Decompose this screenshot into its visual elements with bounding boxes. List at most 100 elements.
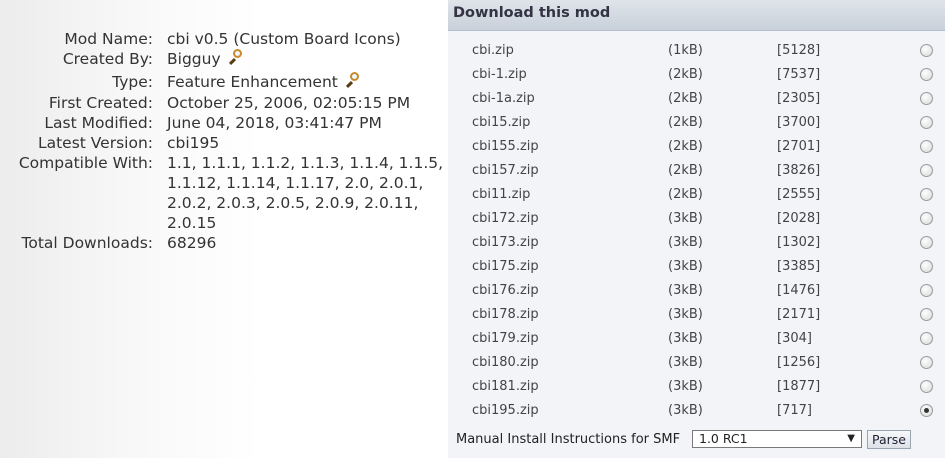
file-name: cbi157.zip	[472, 163, 539, 178]
magnifier-icon[interactable]	[345, 72, 362, 89]
file-select-radio[interactable]	[920, 308, 933, 321]
file-size: (2kB)	[668, 139, 703, 154]
file-select-radio[interactable]	[920, 404, 933, 417]
file-select-radio[interactable]	[920, 188, 933, 201]
file-download-count: [2305]	[777, 91, 821, 106]
file-download-count: [1877]	[777, 379, 821, 394]
file-select-radio[interactable]	[920, 68, 933, 81]
file-name: cbi180.zip	[472, 355, 539, 370]
file-name: cbi172.zip	[472, 211, 539, 226]
download-title: Download this mod	[453, 5, 611, 21]
file-size: (2kB)	[668, 163, 703, 178]
type-value-wrap: Feature Enhancement	[167, 72, 445, 92]
file-name: cbi179.zip	[472, 331, 539, 346]
chevron-down-icon: ▼	[847, 433, 855, 444]
file-row[interactable]: cbi181.zip (3kB) [1877]	[448, 375, 945, 399]
file-select-radio[interactable]	[920, 380, 933, 393]
smf-version-value: 1.0 RC1	[699, 431, 748, 446]
file-download-count: [2028]	[777, 211, 821, 226]
download-header: Download this mod	[448, 0, 945, 31]
file-size: (3kB)	[668, 403, 703, 418]
compatible-with-value: 1.1, 1.1.1, 1.1.2, 1.1.3, 1.1.4, 1.1.5, …	[167, 154, 444, 232]
file-select-radio[interactable]	[920, 284, 933, 297]
file-row[interactable]: cbi11.zip (2kB) [2555]	[448, 183, 945, 207]
magnifier-icon[interactable]	[228, 49, 245, 66]
file-row[interactable]: cbi173.zip (3kB) [1302]	[448, 231, 945, 255]
mod-name-label: Mod Name:	[64, 30, 153, 48]
latest-version-label: Latest Version:	[37, 134, 153, 152]
file-size: (3kB)	[668, 211, 703, 226]
type-value: Feature Enhancement	[167, 73, 338, 91]
type-label: Type:	[112, 73, 153, 91]
file-size: (1kB)	[668, 43, 703, 58]
file-row[interactable]: cbi180.zip (3kB) [1256]	[448, 351, 945, 375]
file-name: cbi181.zip	[472, 379, 539, 394]
file-row[interactable]: cbi178.zip (3kB) [2171]	[448, 303, 945, 327]
file-size: (3kB)	[668, 355, 703, 370]
file-row[interactable]: cbi175.zip (3kB) [3385]	[448, 255, 945, 279]
file-name: cbi.zip	[472, 43, 514, 58]
file-download-count: [2171]	[777, 307, 821, 322]
file-download-count: [3700]	[777, 115, 821, 130]
total-downloads-value: 68296	[167, 234, 217, 252]
file-name: cbi178.zip	[472, 307, 539, 322]
file-size: (3kB)	[668, 307, 703, 322]
file-select-radio[interactable]	[920, 92, 933, 105]
file-row[interactable]: cbi155.zip (2kB) [2701]	[448, 135, 945, 159]
file-size: (3kB)	[668, 331, 703, 346]
file-download-count: [3385]	[777, 259, 821, 274]
file-name: cbi-1.zip	[472, 67, 527, 82]
latest-version-value: cbi195	[167, 134, 220, 152]
file-select-radio[interactable]	[920, 260, 933, 273]
file-size: (2kB)	[668, 91, 703, 106]
compatible-with-label: Compatible With:	[18, 154, 153, 172]
file-download-count: [1302]	[777, 235, 821, 250]
file-download-count: [1256]	[777, 355, 821, 370]
created-by-label: Created By:	[62, 50, 153, 68]
created-by-value: Bigguy	[167, 50, 221, 68]
file-name: cbi175.zip	[472, 259, 539, 274]
file-download-count: [2555]	[777, 187, 821, 202]
file-name: cbi-1a.zip	[472, 91, 535, 106]
file-select-radio[interactable]	[920, 212, 933, 225]
file-select-radio[interactable]	[920, 332, 933, 345]
file-size: (2kB)	[668, 67, 703, 82]
file-row[interactable]: cbi179.zip (3kB) [304]	[448, 327, 945, 351]
file-row[interactable]: cbi176.zip (3kB) [1476]	[448, 279, 945, 303]
file-select-radio[interactable]	[920, 116, 933, 129]
file-row[interactable]: cbi15.zip (2kB) [3700]	[448, 111, 945, 135]
file-size: (2kB)	[668, 115, 703, 130]
file-select-radio[interactable]	[920, 236, 933, 249]
file-row[interactable]: cbi195.zip (3kB) [717]	[448, 399, 945, 423]
file-select-radio[interactable]	[920, 44, 933, 57]
file-name: cbi195.zip	[472, 403, 539, 418]
file-size: (3kB)	[668, 259, 703, 274]
file-select-radio[interactable]	[920, 356, 933, 369]
download-panel: Download this mod cbi.zip (1kB) [5128] cbi-…	[448, 0, 945, 458]
file-row[interactable]: cbi.zip (1kB) [5128]	[448, 39, 945, 63]
file-download-count: [2701]	[777, 139, 821, 154]
file-download-count: [3826]	[777, 163, 821, 178]
file-size: (3kB)	[668, 379, 703, 394]
file-row[interactable]: cbi172.zip (3kB) [2028]	[448, 207, 945, 231]
file-name: cbi11.zip	[472, 187, 531, 202]
file-download-count: [1476]	[777, 283, 821, 298]
smf-version-select[interactable]: 1.0 RC1 ▼	[692, 430, 862, 448]
file-download-count: [717]	[777, 403, 812, 418]
file-download-count: [304]	[777, 331, 812, 346]
file-size: (3kB)	[668, 235, 703, 250]
mod-name-value: cbi v0.5 (Custom Board Icons)	[167, 30, 401, 48]
first-created-label: First Created:	[48, 94, 153, 112]
install-instructions-bar: Manual Install Instructions for SMF 1.0 …	[448, 428, 945, 452]
mod-info-panel: Mod Name: cbi v0.5 (Custom Board Icons) …	[0, 0, 445, 458]
file-select-radio[interactable]	[920, 164, 933, 177]
file-name: cbi15.zip	[472, 115, 531, 130]
created-by-value-wrap: Bigguy	[167, 49, 445, 69]
first-created-value: October 25, 2006, 02:05:15 PM	[167, 94, 411, 112]
file-row[interactable]: cbi157.zip (2kB) [3826]	[448, 159, 945, 183]
file-row[interactable]: cbi-1a.zip (2kB) [2305]	[448, 87, 945, 111]
last-modified-value: June 04, 2018, 03:41:47 PM	[167, 114, 382, 132]
file-row[interactable]: cbi-1.zip (2kB) [7537]	[448, 63, 945, 87]
parse-button[interactable]: Parse	[867, 430, 911, 449]
file-select-radio[interactable]	[920, 140, 933, 153]
